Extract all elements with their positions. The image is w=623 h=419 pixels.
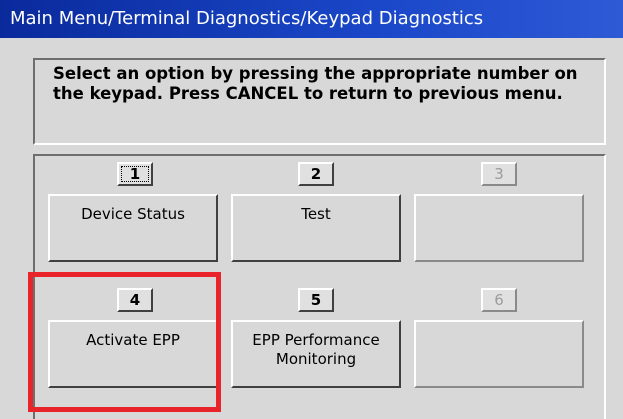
activate-epp-button[interactable]: Activate EPP (48, 320, 218, 388)
option-1-key[interactable]: 1 (117, 162, 153, 186)
menu-body: Select an option by pressing the appropr… (0, 38, 623, 419)
option-6-key: 6 (481, 288, 517, 312)
option-4-key[interactable]: 4 (117, 288, 153, 312)
window-title-bar: Main Menu/Terminal Diagnostics/Keypad Di… (0, 0, 623, 38)
instruction-line-2: the keypad. Press CANCEL to return to pr… (53, 84, 563, 103)
test-button[interactable]: Test (231, 194, 401, 262)
window-title: Main Menu/Terminal Diagnostics/Keypad Di… (10, 8, 484, 29)
instruction-line-1: Select an option by pressing the appropr… (53, 64, 578, 83)
device-status-button[interactable]: Device Status (48, 194, 218, 262)
epp-performance-label-line-2: Monitoring (275, 350, 357, 368)
option-3-key: 3 (481, 162, 517, 186)
instruction-panel: Select an option by pressing the appropr… (33, 58, 606, 145)
epp-performance-label-line-1: EPP Performance (252, 331, 380, 349)
activate-epp-label: Activate EPP (86, 331, 180, 349)
option-2-key[interactable]: 2 (298, 162, 334, 186)
test-label: Test (301, 205, 331, 223)
option-5-key[interactable]: 5 (298, 288, 334, 312)
keypad-diagnostics-screen: Main Menu/Terminal Diagnostics/Keypad Di… (0, 0, 623, 419)
option-3-button (414, 194, 584, 262)
epp-performance-monitoring-button[interactable]: EPP Performance Monitoring (231, 320, 401, 388)
device-status-label: Device Status (81, 205, 185, 223)
option-6-button (414, 320, 584, 388)
